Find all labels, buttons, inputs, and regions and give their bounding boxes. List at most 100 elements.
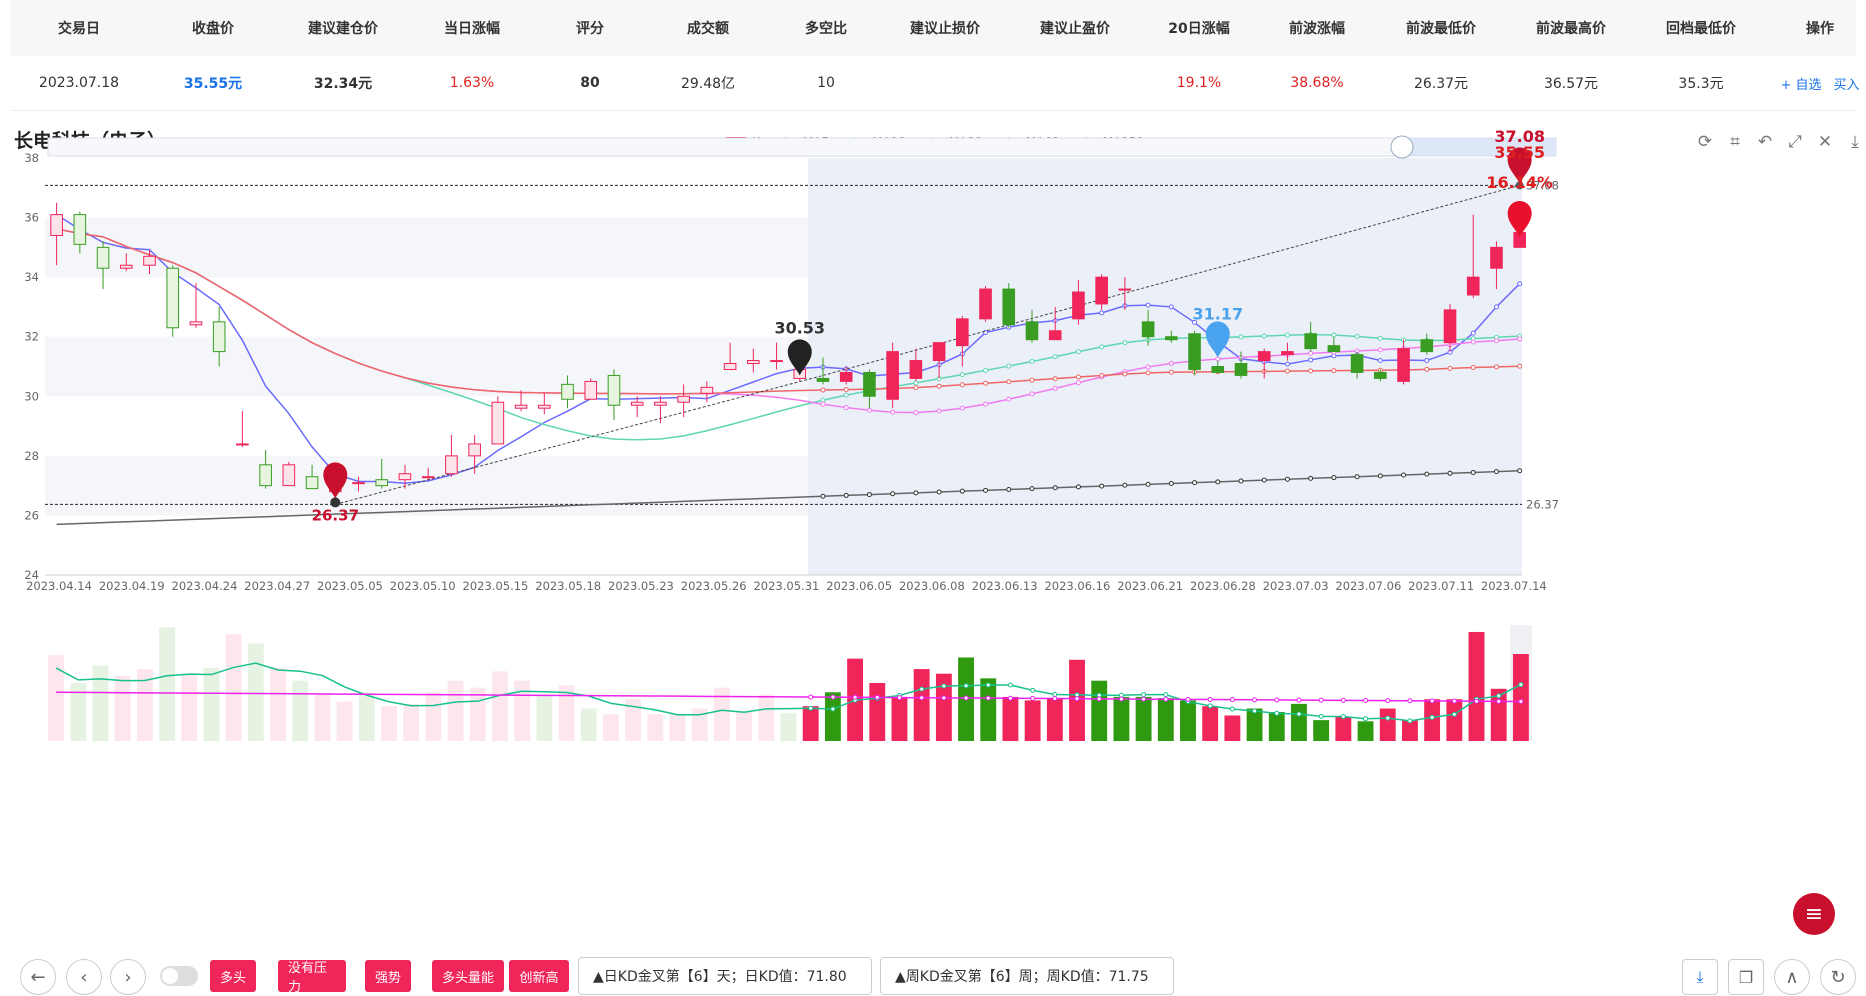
candle [96,241,110,290]
volume-ma-point [1385,715,1391,721]
candle-body [1257,351,1271,362]
ma-point [1470,364,1476,370]
ma-point [866,407,872,413]
copy-button[interactable]: ❐ [1728,959,1764,995]
candle-body [1002,288,1016,326]
next-icon[interactable]: › [110,959,146,995]
y-tick-label: 38 [24,151,39,165]
ma-point [983,401,989,407]
ma250-point [1354,474,1360,480]
scroll-top-icon[interactable]: ∧ [1774,959,1810,995]
volume-ma-point [1163,696,1169,702]
volume-bar [203,667,220,741]
volume-bar [247,643,264,741]
ma-point [1075,380,1081,386]
tag-bull-volume[interactable]: 多头量能 [432,960,504,992]
ma250-point [820,493,826,499]
ma-point [1284,368,1290,374]
candle [1002,283,1016,328]
candle-body [956,318,969,347]
ma250-point [1401,472,1407,478]
ma-point [1424,358,1430,364]
volume-bar [381,706,397,741]
candle [236,411,249,447]
y-tick-label: 36 [24,211,39,225]
x-tick-label: 2023.05.26 [681,579,747,593]
ma250-point [1145,481,1151,487]
ma250-point [1377,473,1383,479]
candle-body [1048,330,1062,341]
ma250-point [1261,477,1267,483]
candle-body [584,380,598,400]
volume-ma-point [1340,697,1346,703]
ma-point [1308,368,1314,374]
ma-point [1470,339,1476,345]
candle-body [212,321,226,353]
tag-no-pressure[interactable]: 没有压力 [278,960,346,995]
candle-body [96,246,110,269]
toggle-switch[interactable] [160,966,198,986]
ma-point [1377,347,1383,353]
volume-ma-point [1274,710,1280,716]
volume-bar [1446,699,1463,741]
tag-new-high[interactable]: 创新高 [509,960,569,992]
ma-point [913,410,919,416]
ma250-point [936,489,942,495]
ma250-point [1006,486,1012,492]
reload-icon[interactable]: ↻ [1820,959,1856,995]
candle [445,435,458,477]
candle-body [863,371,876,397]
volume-bar [580,708,597,741]
ma-point [1424,366,1430,372]
volume-bar [980,678,997,741]
candle-body [282,464,296,487]
volume-ma-point [1207,697,1213,703]
candle-body [886,351,899,400]
ma-point [1238,334,1244,340]
volume-bar [758,694,775,741]
download-button[interactable]: ⤓ [1682,959,1718,995]
ma-point [1517,336,1523,342]
candle-body [1025,321,1039,341]
x-tick-label: 2023.05.18 [535,579,601,593]
back-icon[interactable]: ← [20,959,56,995]
tag-bullish[interactable]: 多头 [210,960,256,992]
ma250-point [1308,475,1314,481]
volume-ma-point [896,695,902,701]
x-tick-label: 2023.07.14 [1481,579,1547,593]
candle-body [398,473,412,481]
volume-ma-point [919,695,925,701]
ma-point [913,380,919,386]
volume-bar [48,655,65,741]
volume-ma-point [1096,696,1102,702]
ma250-point [983,487,989,493]
volume-bar [1224,715,1241,741]
candle-body [50,214,63,236]
prev-icon[interactable]: ‹ [66,959,102,995]
candle-body [259,464,272,487]
ma-point [1052,385,1058,391]
candle-body [1281,351,1294,356]
volume-bar [647,714,664,741]
ma-point [843,392,849,398]
ma250-point [1470,469,1476,475]
volume-bar [1424,699,1441,741]
ma250-point [913,490,919,496]
candle-body [73,214,87,245]
volume-bar [159,627,176,741]
volume-ma-point [1274,697,1280,703]
volume-bar [492,671,508,741]
ma-point [936,408,942,414]
menu-button[interactable]: ≡ [1793,893,1835,935]
volume-ma-point [830,694,836,700]
ma-point [1006,363,1012,369]
ma-point [1099,372,1105,378]
tag-strong[interactable]: 强势 [365,960,411,992]
volume-bar [780,713,797,741]
volume-ma-point [1407,698,1413,704]
x-tick-label: 2023.05.15 [463,579,529,593]
ma-point [1006,379,1012,385]
candle-body [537,404,551,409]
candle [537,393,551,415]
ma-point [1470,330,1476,336]
